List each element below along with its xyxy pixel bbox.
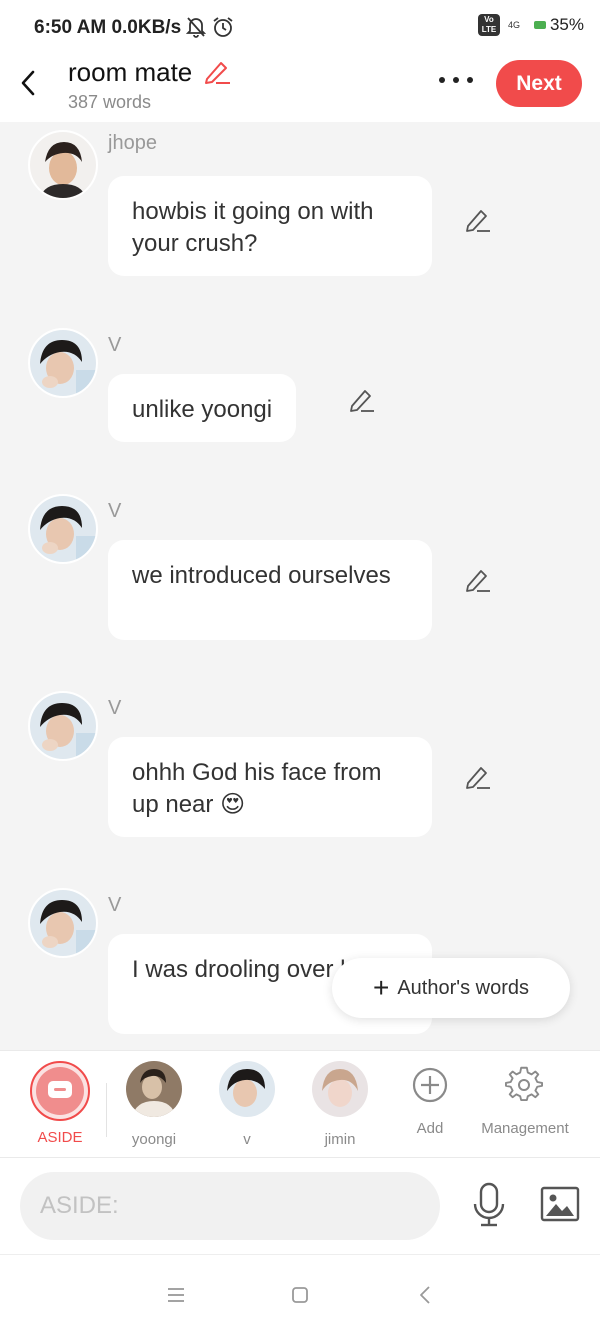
battery-icon	[533, 21, 546, 29]
avatar-v[interactable]	[28, 328, 98, 398]
message-bubble[interactable]: unlike yoongi	[108, 374, 297, 442]
chat-area[interactable]: jhope howbis it going on with your crush…	[0, 122, 600, 1050]
system-nav-bar	[0, 1254, 600, 1333]
character-label: yoongi	[131, 1131, 177, 1148]
microphone-icon[interactable]	[472, 1182, 506, 1228]
input-row	[0, 1158, 600, 1254]
network-indicator: 4G	[507, 20, 520, 30]
header: room mate 387 words Next	[0, 56, 600, 122]
avatar-jimin	[312, 1061, 368, 1117]
character-label: ASIDE	[37, 1129, 83, 1146]
avatar-v[interactable]	[28, 888, 98, 958]
avatar-v[interactable]	[28, 691, 98, 761]
message-bubble[interactable]: ohhh God his face from up near 😍	[108, 737, 432, 837]
character-bar: ASIDE yoongi v jimin Add Management	[0, 1050, 600, 1158]
status-bar: 6:50 AM 0.0KB/s Vo LTE 4G 35%	[0, 0, 600, 56]
gear-icon	[505, 1066, 544, 1102]
management-button[interactable]: Management	[475, 1065, 575, 1137]
plus-icon: +	[372, 972, 390, 1003]
avatar-v	[219, 1061, 275, 1117]
character-label: Management	[481, 1120, 569, 1137]
word-count: 387 words	[68, 92, 152, 112]
image-icon[interactable]	[540, 1186, 580, 1222]
back-arrow-icon[interactable]	[18, 68, 38, 98]
avatar-jhope[interactable]	[28, 130, 98, 200]
menu-icon[interactable]	[166, 1285, 186, 1305]
character-label: v	[243, 1131, 251, 1148]
message-bubble[interactable]: we introduced ourselves	[108, 540, 432, 640]
alarm-icon	[213, 17, 233, 37]
mute-bell-icon	[186, 17, 206, 38]
home-icon[interactable]	[290, 1285, 310, 1305]
more-options-icon[interactable]	[436, 74, 476, 86]
add-character-button[interactable]: Add	[383, 1065, 477, 1137]
aside-input[interactable]	[20, 1172, 440, 1240]
author-words-button[interactable]: + Author's words	[332, 958, 570, 1018]
speaker-name: V	[108, 334, 122, 356]
author-words-label: Author's words	[397, 976, 529, 999]
volte-icon: Vo LTE	[477, 14, 500, 36]
edit-message-icon[interactable]	[464, 206, 492, 234]
next-button[interactable]: Next	[496, 60, 582, 107]
story-title: room mate	[68, 57, 193, 87]
battery-percent: 35%	[549, 15, 584, 34]
status-time: 6:50 AM 0.0KB/s	[34, 17, 182, 38]
speaker-name: V	[108, 894, 122, 916]
speaker-name: jhope	[108, 132, 157, 154]
character-aside[interactable]: ASIDE	[13, 1061, 107, 1146]
character-jimin[interactable]: jimin	[293, 1061, 387, 1148]
character-v[interactable]: v	[200, 1061, 294, 1148]
speaker-name: V	[108, 500, 122, 522]
edit-title-icon[interactable]	[202, 58, 232, 86]
character-label: Add	[416, 1120, 444, 1137]
edit-message-icon[interactable]	[348, 386, 376, 414]
system-back-icon[interactable]	[416, 1285, 436, 1305]
character-label: jimin	[324, 1131, 356, 1148]
add-circle-icon	[412, 1067, 448, 1103]
avatar-yoongi	[126, 1061, 182, 1117]
speech-bubble-icon	[48, 1081, 72, 1098]
speaker-name: V	[108, 697, 122, 719]
message-bubble[interactable]: howbis it going on with your crush?	[108, 176, 432, 276]
edit-message-icon[interactable]	[464, 566, 492, 594]
character-yoongi[interactable]: yoongi	[107, 1061, 201, 1148]
avatar-v[interactable]	[28, 494, 98, 564]
edit-message-icon[interactable]	[464, 763, 492, 791]
